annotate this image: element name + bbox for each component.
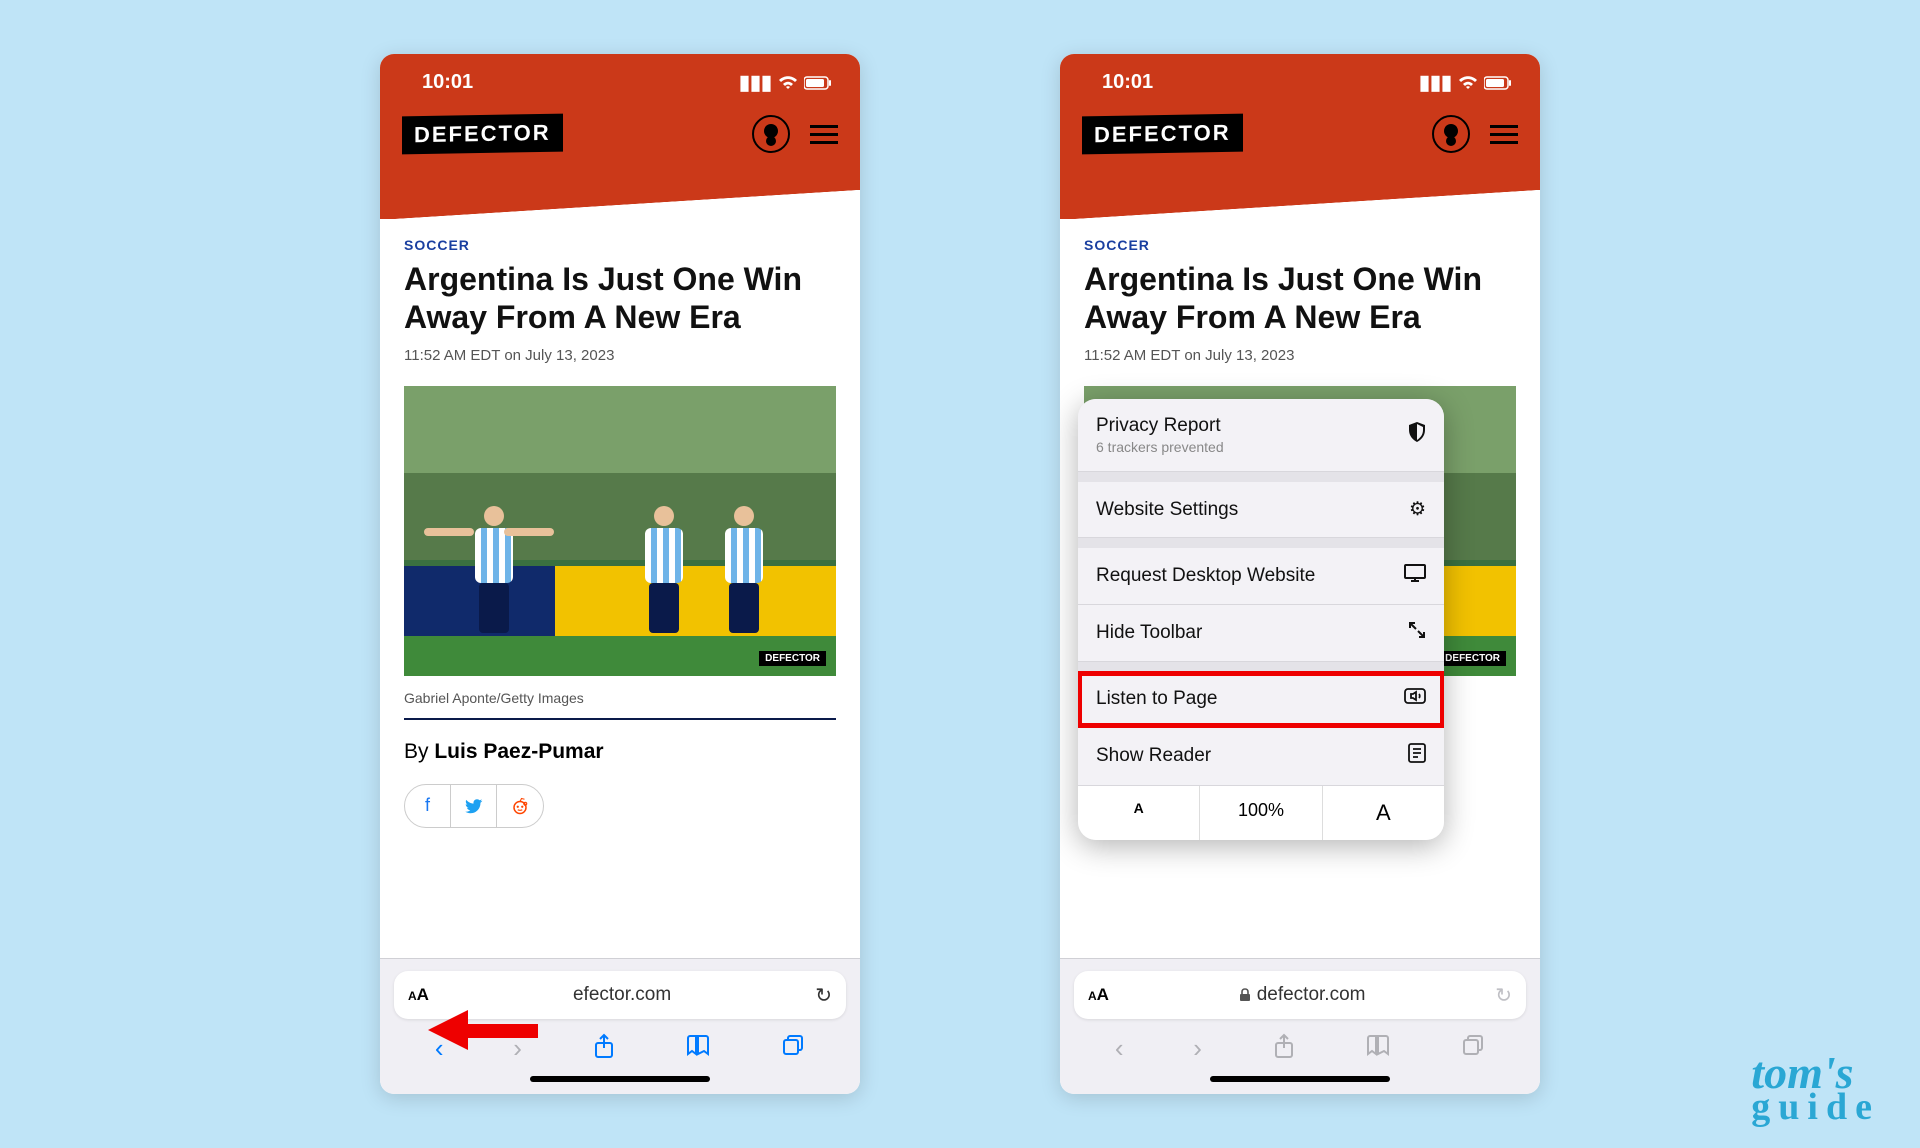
menu-listen-to-page[interactable]: Listen to Page xyxy=(1078,672,1444,727)
account-icon[interactable] xyxy=(752,115,790,153)
zoom-in-button[interactable]: A xyxy=(1323,786,1444,840)
article-body: SOCCER Argentina Is Just One Win Away Fr… xyxy=(380,219,860,958)
status-bar: 10:01 ▮▮▮ xyxy=(1060,54,1540,95)
menu-website-settings[interactable]: Website Settings ⚙ xyxy=(1078,482,1444,538)
twitter-icon[interactable] xyxy=(451,785,497,827)
tabs-icon xyxy=(1461,1033,1485,1066)
menu-show-reader[interactable]: Show Reader xyxy=(1078,727,1444,786)
photo-credit: Gabriel Aponte/Getty Images xyxy=(404,690,836,706)
status-icons: ▮▮▮ xyxy=(1419,70,1512,95)
bookmarks-icon xyxy=(1365,1033,1391,1066)
annotation-arrow xyxy=(428,1010,538,1050)
watermark: tom's guide xyxy=(1751,1055,1880,1122)
site-header: 10:01 ▮▮▮ DEFECTOR xyxy=(380,54,860,219)
hamburger-icon[interactable] xyxy=(810,125,838,144)
zoom-row: A 100% A xyxy=(1078,786,1444,840)
expand-icon xyxy=(1408,621,1426,645)
forward-icon: › xyxy=(1193,1033,1202,1066)
bookmarks-icon[interactable] xyxy=(685,1033,711,1066)
menu-hide-toolbar[interactable]: Hide Toolbar xyxy=(1078,605,1444,662)
home-indicator[interactable] xyxy=(530,1076,710,1082)
reddit-icon[interactable] xyxy=(497,785,543,827)
reload-icon: ↻ xyxy=(1495,983,1512,1008)
desktop-icon xyxy=(1404,564,1426,588)
gear-icon: ⚙ xyxy=(1409,498,1426,521)
battery-icon xyxy=(1484,76,1512,90)
byline: By Luis Paez-Pumar xyxy=(404,740,836,764)
site-header: 10:01 ▮▮▮ DEFECTOR xyxy=(1060,54,1540,219)
category-link[interactable]: SOCCER xyxy=(404,237,836,253)
reload-icon[interactable]: ↻ xyxy=(815,983,832,1008)
lock-icon xyxy=(1239,988,1251,1002)
safari-toolbar: ‹ › xyxy=(1074,1019,1526,1070)
divider xyxy=(404,718,836,720)
site-logo[interactable]: DEFECTOR xyxy=(402,114,563,155)
zoom-level[interactable]: 100% xyxy=(1200,786,1322,840)
aa-button[interactable]: AA xyxy=(408,985,429,1005)
aa-menu: Privacy Report 6 trackers prevented Webs… xyxy=(1078,399,1444,840)
screenshot-left: 10:01 ▮▮▮ DEFECTOR SOCCER Argentina Is J… xyxy=(380,54,860,1094)
article-headline: Argentina Is Just One Win Away From A Ne… xyxy=(1084,261,1516,337)
safari-chrome: AA efector.com ↻ ‹ › xyxy=(380,958,860,1094)
address-bar[interactable]: AA defector.com ↻ xyxy=(1074,971,1526,1019)
cellular-icon: ▮▮▮ xyxy=(739,70,772,95)
screenshot-right: 10:01 ▮▮▮ DEFECTOR SOCCER Argentina Is J… xyxy=(1060,54,1540,1094)
account-icon[interactable] xyxy=(1432,115,1470,153)
status-time: 10:01 xyxy=(422,71,473,94)
menu-privacy-report[interactable]: Privacy Report 6 trackers prevented xyxy=(1078,399,1444,472)
author-link[interactable]: Luis Paez-Pumar xyxy=(434,740,603,763)
wifi-icon xyxy=(778,76,798,90)
hamburger-icon[interactable] xyxy=(1490,125,1518,144)
home-indicator[interactable] xyxy=(1210,1076,1390,1082)
url-text[interactable]: efector.com xyxy=(439,984,805,1006)
status-time: 10:01 xyxy=(1102,71,1153,94)
hero-image: DEFECTOR xyxy=(404,386,836,676)
facebook-icon[interactable]: f xyxy=(405,785,451,827)
zoom-out-button[interactable]: A xyxy=(1078,786,1200,840)
status-bar: 10:01 ▮▮▮ xyxy=(380,54,860,95)
image-badge: DEFECTOR xyxy=(1439,651,1506,666)
article-headline: Argentina Is Just One Win Away From A Ne… xyxy=(404,261,836,337)
category-link[interactable]: SOCCER xyxy=(1084,237,1516,253)
aa-button[interactable]: AA xyxy=(1088,985,1109,1005)
speaker-icon xyxy=(1404,688,1426,710)
reader-icon xyxy=(1408,743,1426,769)
tabs-icon[interactable] xyxy=(781,1033,805,1066)
battery-icon xyxy=(804,76,832,90)
wifi-icon xyxy=(1458,76,1478,90)
back-icon: ‹ xyxy=(1115,1033,1124,1066)
article-body: SOCCER Argentina Is Just One Win Away Fr… xyxy=(1060,219,1540,958)
menu-request-desktop[interactable]: Request Desktop Website xyxy=(1078,548,1444,605)
status-icons: ▮▮▮ xyxy=(739,70,832,95)
site-logo[interactable]: DEFECTOR xyxy=(1082,114,1243,155)
safari-chrome: AA defector.com ↻ ‹ › xyxy=(1060,958,1540,1094)
article-timestamp: 11:52 AM EDT on July 13, 2023 xyxy=(404,347,836,364)
url-text[interactable]: defector.com xyxy=(1119,984,1485,1006)
cellular-icon: ▮▮▮ xyxy=(1419,70,1452,95)
share-icon xyxy=(1272,1033,1296,1066)
share-icon[interactable] xyxy=(592,1033,616,1066)
image-badge: DEFECTOR xyxy=(759,651,826,666)
shield-icon xyxy=(1408,422,1426,448)
article-timestamp: 11:52 AM EDT on July 13, 2023 xyxy=(1084,347,1516,364)
share-buttons: f xyxy=(404,784,544,828)
